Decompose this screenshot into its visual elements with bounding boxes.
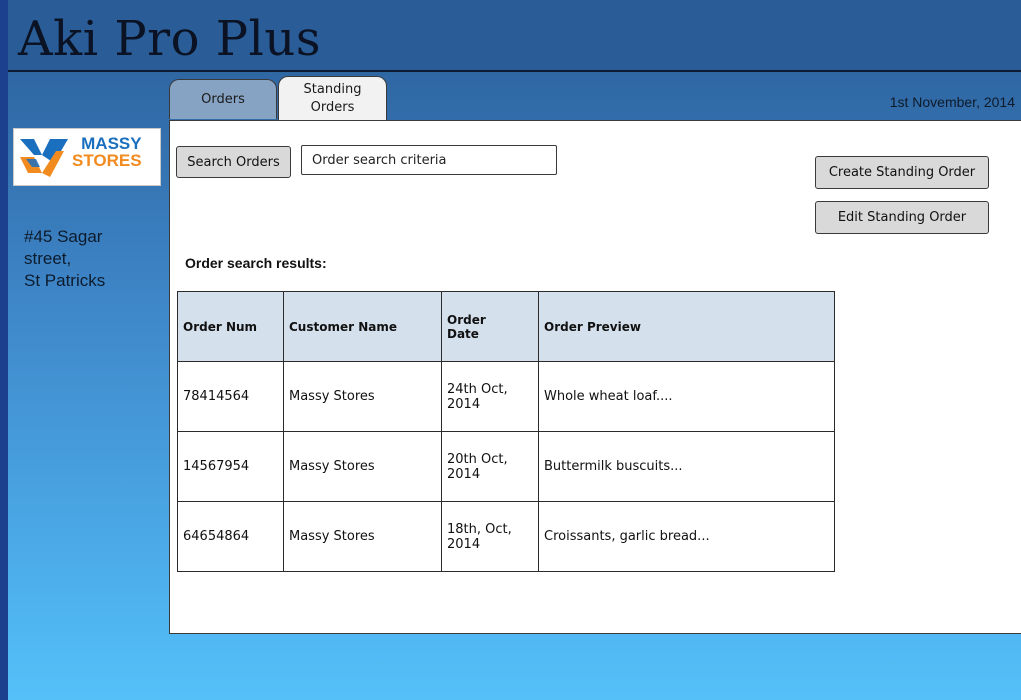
table-row[interactable]: 78414564 Massy Stores 24th Oct, 2014 Who… [177,361,835,432]
order-num-cell: 78414564 [177,361,284,432]
table-row[interactable]: 64654864 Massy Stores 18th, Oct, 2014 Cr… [177,501,835,572]
address-line-1: #45 Sagar [24,227,103,246]
order-num-cell: 14567954 [177,431,284,502]
results-heading: Order search results: [185,255,327,271]
store-address: #45 Sagar street, St Patricks [24,226,164,292]
customer-name-cell: Massy Stores [283,361,442,432]
create-standing-order-button[interactable]: Create Standing Order [815,156,989,189]
column-header-order-preview: Order Preview [538,291,835,362]
tab-standing-orders[interactable]: Standing Orders [278,76,387,120]
order-date-cell: 24th Oct, 2014 [441,361,539,432]
edit-standing-order-button[interactable]: Edit Standing Order [815,201,989,234]
order-preview-cell: Whole wheat loaf.... [538,361,835,432]
current-date: 1st November, 2014 [889,94,1015,110]
table-row[interactable]: 14567954 Massy Stores 20th Oct, 2014 But… [177,431,835,502]
column-header-order-num: Order Num [177,291,284,362]
address-line-3: St Patricks [24,271,106,290]
order-date-cell: 18th, Oct, 2014 [441,501,539,572]
massy-logo-icon [20,139,68,177]
app-title: Aki Pro Plus [18,11,321,67]
logo-text-massy: MASSY [81,134,142,153]
order-num-cell: 64654864 [177,501,284,572]
window-frame-left [0,0,8,700]
customer-name-cell: Massy Stores [283,501,442,572]
order-preview-cell: Buttermilk buscuits... [538,431,835,502]
address-line-2: street, [24,249,72,268]
tab-orders-label: Orders [201,92,245,107]
tab-standing-orders-label: Standing Orders [303,81,362,115]
column-header-order-date: Order Date [441,291,539,362]
orders-panel: Search Orders Create Standing Order Edit… [169,120,1021,634]
tab-orders[interactable]: Orders [169,79,277,119]
order-results-table: Order Num Customer Name Order Date Order… [177,291,835,572]
table-header-row: Order Num Customer Name Order Date Order… [177,291,835,362]
order-search-input[interactable] [301,145,557,175]
logo-text-stores: STORES [72,151,142,170]
title-bar: Aki Pro Plus [8,0,1021,72]
order-date-cell: 20th Oct, 2014 [441,431,539,502]
logo-wordmark: MASSY STORES [72,135,142,169]
customer-name-cell: Massy Stores [283,431,442,502]
search-orders-button[interactable]: Search Orders [176,146,291,178]
massy-stores-logo: MASSY STORES [13,128,161,186]
order-preview-cell: Croissants, garlic bread... [538,501,835,572]
column-header-customer-name: Customer Name [283,291,442,362]
